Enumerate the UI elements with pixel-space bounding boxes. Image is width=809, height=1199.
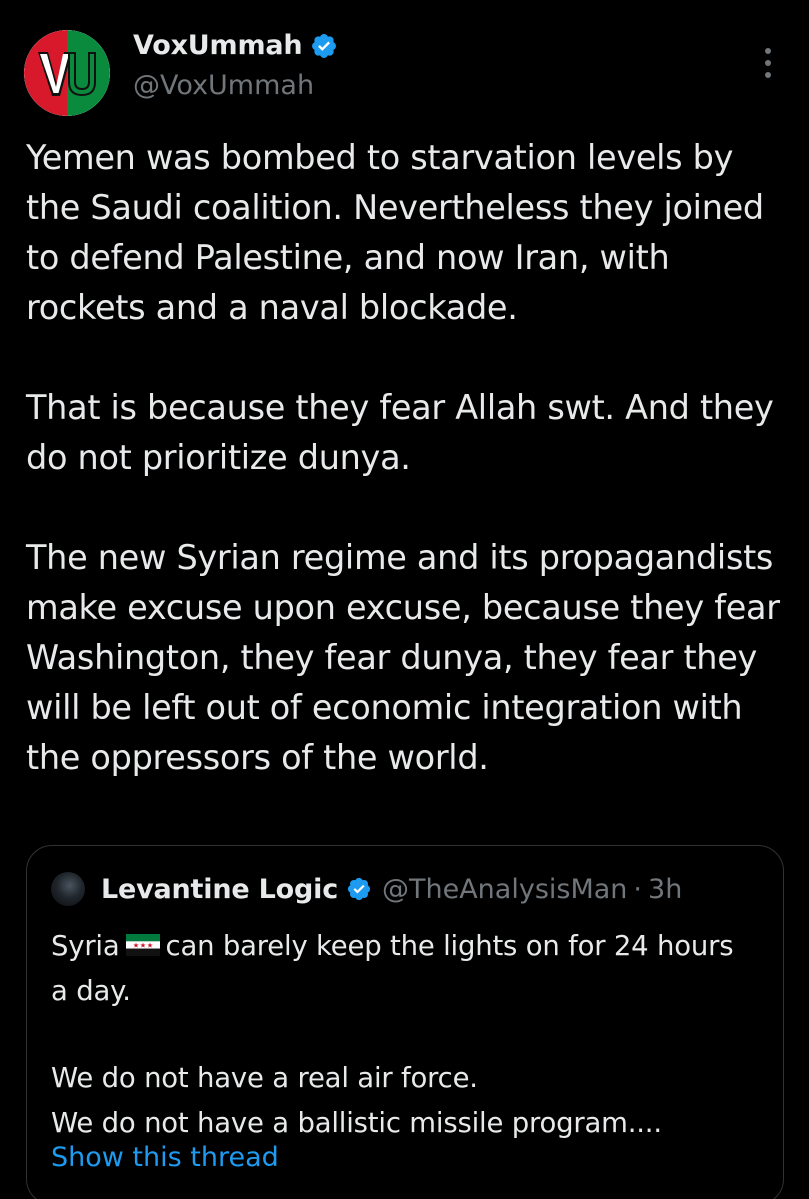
quoted-paragraph: We do not have a real air force. We do no…	[51, 1056, 751, 1146]
quoted-tweet[interactable]: Levantine Logic @TheAnalysisMan · 3h Syr…	[26, 845, 784, 1199]
tweet-paragraph: The new Syrian regime and its propagandi…	[26, 538, 780, 777]
author-handle[interactable]: @VoxUmmah	[133, 70, 314, 101]
syria-flag-icon	[125, 934, 160, 956]
quoted-author-handle[interactable]: @TheAnalysisMan	[382, 874, 627, 905]
quoted-line: We do not have a real air force.	[51, 1062, 478, 1094]
quoted-tweet-header: Levantine Logic @TheAnalysisMan · 3h	[51, 872, 682, 906]
tweet-card: VoxUmmah @VoxUmmah Yemen was bombed to s…	[0, 0, 809, 1199]
author-avatar[interactable]	[24, 30, 110, 116]
tweet-text: Yemen was bombed to starvation levels by…	[26, 133, 786, 783]
quoted-text-syria: Syria	[51, 930, 120, 962]
tweet-paragraph: That is because they fear Allah swt. And…	[26, 388, 774, 477]
author-name-row[interactable]: VoxUmmah	[133, 30, 338, 61]
quoted-author-avatar[interactable]	[51, 872, 85, 906]
more-options-icon[interactable]	[756, 48, 780, 78]
verified-badge-icon	[347, 877, 371, 901]
quoted-paragraph: Syria can barely keep the lights on for …	[51, 924, 751, 1014]
separator-dot: ·	[633, 873, 643, 905]
tweet-paragraph: Yemen was bombed to starvation levels by…	[26, 138, 764, 327]
voxummah-logo	[24, 30, 110, 116]
quoted-tweet-time[interactable]: 3h	[648, 874, 682, 905]
verified-badge-icon	[312, 33, 337, 58]
quoted-author-name[interactable]: Levantine Logic	[101, 874, 338, 905]
quoted-line: We do not have a ballistic missile progr…	[51, 1107, 662, 1139]
quoted-tweet-text: Syria can barely keep the lights on for …	[51, 924, 751, 1146]
show-thread-link[interactable]: Show this thread	[51, 1142, 279, 1173]
author-display-name[interactable]: VoxUmmah	[133, 30, 303, 61]
